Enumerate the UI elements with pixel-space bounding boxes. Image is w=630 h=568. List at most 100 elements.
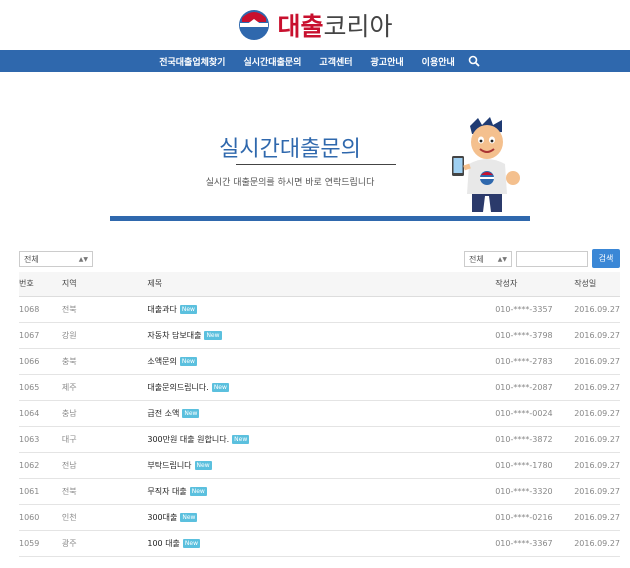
header-title: 제목: [147, 272, 496, 297]
nav-item-usage-guide[interactable]: 이용안내: [413, 55, 464, 68]
nav-item-realtime-inquiry[interactable]: 실시간대출문의: [234, 55, 310, 68]
search-input[interactable]: [516, 251, 588, 267]
site-logo[interactable]: 대출코리아: [237, 7, 393, 43]
row-date: 2016.09.27: [574, 504, 620, 531]
hero-banner: 실시간대출문의 실시간 대출문의를 하시면 바로 연락드립니다: [0, 72, 630, 222]
new-badge: New: [180, 512, 198, 522]
select-caret-icon: ▲▼: [78, 255, 88, 263]
row-writer: 010-****-2783: [495, 348, 575, 375]
row-no: 1060: [19, 504, 62, 531]
new-badge: New: [182, 408, 200, 418]
row-title-cell[interactable]: 자동차 담보대출 New: [147, 322, 496, 349]
new-badge: New: [204, 330, 222, 340]
row-title-cell[interactable]: 100 대출 New: [147, 530, 496, 557]
row-title-link[interactable]: 소액문의: [147, 357, 176, 366]
row-date: 2016.09.27: [574, 348, 620, 375]
header-writer: 작성자: [495, 272, 575, 297]
row-no: 1062: [19, 452, 62, 479]
row-region: 전북: [61, 478, 148, 505]
row-title-cell[interactable]: 대출문의드립니다. New: [147, 374, 496, 401]
logo-text-strong: 대출: [277, 12, 324, 41]
category-select-value: 전체: [24, 254, 39, 264]
row-writer: 010-****-0024: [495, 400, 575, 427]
page-subtitle: 실시간 대출문의를 하시면 바로 연락드립니다: [205, 178, 375, 188]
select-caret-icon: ▲▼: [497, 255, 507, 263]
search-icon[interactable]: [468, 55, 480, 67]
row-writer: 010-****-0216: [495, 504, 575, 531]
table-row[interactable]: 1059 광주 100 대출 New 010-****-3367 2016.09.27: [19, 530, 620, 557]
nav-item-customer-center[interactable]: 고객센터: [310, 55, 361, 68]
table-row[interactable]: 1060 인천 300대출 New 010-****-0216 2016.09.27: [19, 504, 620, 531]
row-no: 1064: [19, 400, 62, 427]
row-no: 1066: [19, 348, 62, 375]
row-date: 2016.09.27: [574, 478, 620, 505]
page-title: 실시간대출문의: [219, 137, 361, 162]
table-header-row: 번호 지역 제목 작성자 작성일: [19, 272, 620, 297]
row-title-cell[interactable]: 300대출 New: [147, 504, 496, 531]
row-date: 2016.09.27: [574, 426, 620, 453]
main-nav: 전국대출업체찾기 실시간대출문의 고객센터 광고안내 이용안내: [0, 50, 630, 72]
category-select[interactable]: 전체 ▲▼: [19, 251, 93, 267]
new-badge: New: [189, 486, 207, 496]
row-title-cell[interactable]: 대출과다 New: [147, 296, 496, 323]
row-region: 대구: [61, 426, 148, 453]
row-region: 전남: [61, 452, 148, 479]
row-title-link[interactable]: 급전 소액: [147, 409, 179, 418]
row-no: 1065: [19, 374, 62, 401]
search-button[interactable]: 검색: [592, 249, 620, 268]
row-title-link[interactable]: 100 대출: [147, 539, 180, 548]
search-field-select-value: 전체: [469, 254, 484, 264]
row-title-link[interactable]: 300대출: [147, 513, 177, 522]
site-header: 대출코리아: [0, 0, 630, 50]
mascot-illustration: [452, 117, 520, 212]
table-row[interactable]: 1062 전남 부탁드립니다 New 010-****-1780 2016.09.27: [19, 452, 620, 479]
row-region: 전북: [61, 296, 148, 323]
title-divider: [236, 164, 396, 165]
row-region: 제주: [61, 374, 148, 401]
row-title-cell[interactable]: 급전 소액 New: [147, 400, 496, 427]
new-badge: New: [179, 356, 197, 366]
row-writer: 010-****-3367: [495, 530, 575, 557]
table-row[interactable]: 1066 충북 소액문의 New 010-****-2783 2016.09.27: [19, 348, 620, 375]
nav-item-ad-info[interactable]: 광고안내: [362, 55, 413, 68]
row-title-link[interactable]: 부탁드립니다: [147, 461, 191, 470]
row-title-link[interactable]: 300만원 대출 원합니다.: [147, 435, 229, 444]
row-title-link[interactable]: 무직자 대출: [147, 487, 186, 496]
header-region: 지역: [61, 272, 148, 297]
new-badge: New: [194, 460, 212, 470]
table-row[interactable]: 1063 대구 300만원 대출 원합니다. New 010-****-3872 2016…: [19, 426, 620, 453]
row-title-link[interactable]: 대출과다: [147, 305, 176, 314]
row-title-cell[interactable]: 300만원 대출 원합니다. New: [147, 426, 496, 453]
row-title-cell[interactable]: 소액문의 New: [147, 348, 496, 375]
row-no: 1063: [19, 426, 62, 453]
row-title-link[interactable]: 자동차 담보대출: [147, 331, 201, 340]
logo-mark-icon: [239, 10, 270, 40]
row-title-cell[interactable]: 무직자 대출 New: [147, 478, 496, 505]
row-writer: 010-****-2087: [495, 374, 575, 401]
hero-underline: [110, 216, 530, 221]
table-row[interactable]: 1064 충남 급전 소액 New 010-****-0024 2016.09.27: [19, 400, 620, 427]
row-no: 1061: [19, 478, 62, 505]
table-row[interactable]: 1067 강원 자동차 담보대출 New 010-****-3798 2016.09.27: [19, 322, 620, 349]
row-no: 1067: [19, 322, 62, 349]
row-region: 강원: [61, 322, 148, 349]
table-row[interactable]: 1065 제주 대출문의드립니다. New 010-****-2087 2016.09.2…: [19, 374, 620, 401]
row-date: 2016.09.27: [574, 452, 620, 479]
row-writer: 010-****-3872: [495, 426, 575, 453]
table-row[interactable]: 1061 전북 무직자 대출 New 010-****-3320 2016.09.27: [19, 478, 620, 505]
row-writer: 010-****-3798: [495, 322, 575, 349]
search-field-select[interactable]: 전체 ▲▼: [464, 251, 512, 267]
nav-item-find-lenders[interactable]: 전국대출업체찾기: [150, 55, 234, 68]
row-title-cell[interactable]: 부탁드립니다 New: [147, 452, 496, 479]
table-row[interactable]: 1068 전북 대출과다 New 010-****-3357 2016.09.27: [19, 296, 620, 323]
logo-text-light: 코리아: [323, 12, 393, 41]
row-date: 2016.09.27: [574, 374, 620, 401]
row-date: 2016.09.27: [574, 296, 620, 323]
row-writer: 010-****-1780: [495, 452, 575, 479]
row-no: 1059: [19, 530, 62, 557]
row-date: 2016.09.27: [574, 322, 620, 349]
row-region: 인천: [61, 504, 148, 531]
logo-text: 대출코리아: [277, 7, 392, 43]
row-no: 1068: [19, 296, 62, 323]
row-title-link[interactable]: 대출문의드립니다.: [147, 383, 208, 392]
